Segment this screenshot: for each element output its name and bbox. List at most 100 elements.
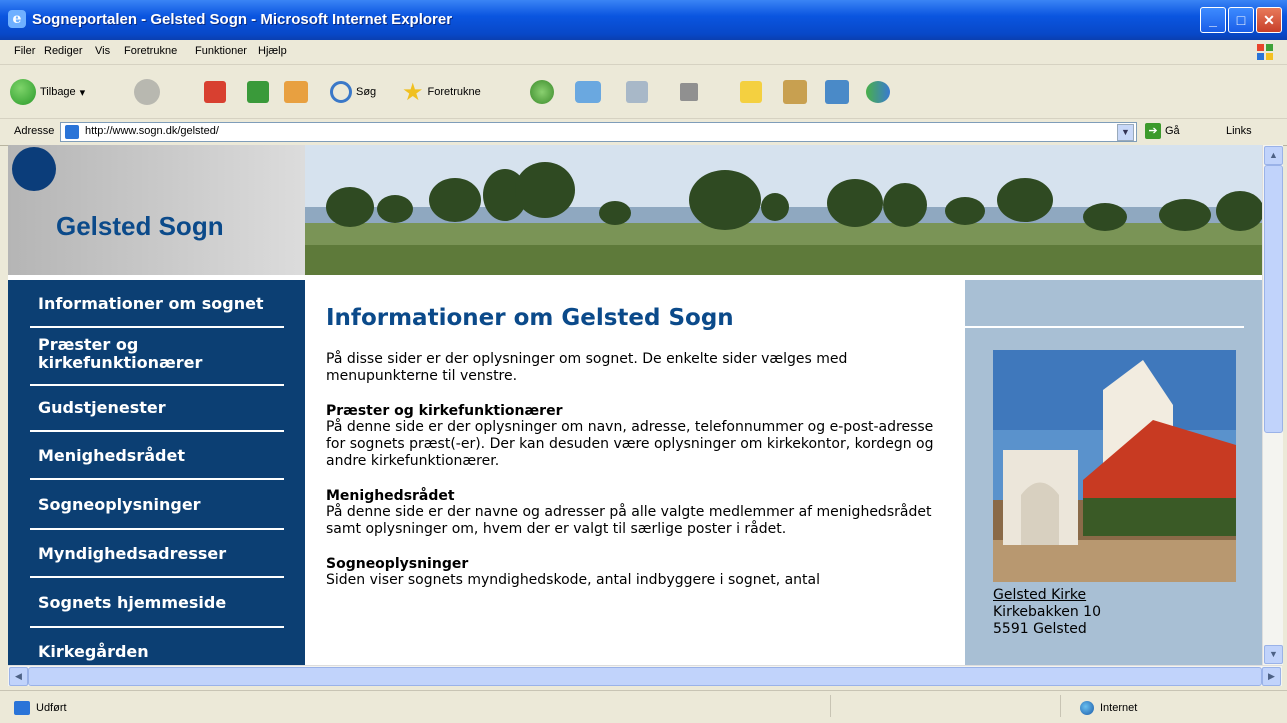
status-bar: Udført Internet — [0, 690, 1287, 723]
close-button[interactable]: ✕ — [1256, 7, 1282, 33]
contacts-icon — [866, 81, 890, 103]
status-text: Udført — [36, 702, 67, 714]
edit-icon — [680, 83, 698, 101]
research-button[interactable] — [783, 78, 807, 106]
notes-button[interactable] — [740, 78, 762, 106]
landscape-banner — [305, 145, 1262, 275]
scroll-thumb[interactable] — [28, 667, 1262, 686]
church-photo — [993, 350, 1236, 582]
status-zone: Internet — [1080, 701, 1137, 715]
address-label: Adresse — [14, 125, 55, 137]
nav-divider — [30, 326, 284, 328]
site-logo: Gelsted Sogn — [8, 145, 305, 275]
print-icon — [626, 81, 648, 103]
nav-divider — [30, 430, 284, 432]
intro-text: På disse sider er der oplysninger om sog… — [326, 351, 848, 384]
main-content: Informationer om Gelsted Sogn På disse s… — [326, 305, 946, 589]
menu-item-vis[interactable]: Vis — [95, 45, 110, 57]
messenger-button[interactable] — [825, 78, 849, 106]
page-done-icon — [14, 701, 30, 715]
church-street: Kirkebakken 10 — [993, 604, 1101, 620]
stop-button[interactable] — [204, 78, 226, 106]
menu-bar: Filer Rediger Vis Foretrukne Funktioner … — [0, 40, 1287, 65]
section-heading: Præster og kirkefunktionærer — [326, 403, 563, 419]
window-title: Sogneportalen - Gelsted Sogn - Microsoft… — [32, 11, 453, 28]
chevron-down-icon: ▾ — [79, 86, 86, 99]
section-heading: Sogneoplysninger — [326, 556, 469, 572]
scroll-right-icon[interactable]: ▶ — [1262, 667, 1281, 686]
menu-item-filer[interactable]: Filer — [14, 45, 35, 57]
history-button[interactable] — [530, 78, 554, 106]
status-divider — [1060, 695, 1061, 717]
address-url: http://www.sogn.dk/gelsted/ — [85, 125, 219, 137]
section-text: Siden viser sognets myndighedskode, anta… — [326, 572, 821, 588]
scroll-left-icon[interactable]: ◀ — [9, 667, 28, 686]
back-button[interactable]: Tilbage ▾ — [10, 78, 85, 106]
site-name: Gelsted Sogn — [56, 211, 224, 241]
logo-dot — [12, 147, 56, 191]
messenger-icon — [825, 80, 849, 104]
research-icon — [783, 80, 807, 104]
horizontal-scrollbar[interactable]: ◀ ▶ — [8, 665, 1282, 686]
site-header: Gelsted Sogn — [8, 145, 1262, 275]
church-link[interactable]: Gelsted Kirke — [993, 587, 1101, 604]
forward-button[interactable] — [134, 78, 160, 106]
menu-item-hjaelp[interactable]: Hjælp — [258, 45, 287, 57]
nav-divider — [30, 576, 284, 578]
vertical-scrollbar[interactable]: ▲ ▼ — [1262, 145, 1283, 665]
page-title: Informationer om Gelsted Sogn — [326, 305, 734, 331]
scroll-up-icon[interactable]: ▲ — [1264, 146, 1283, 165]
page-viewport: Gelsted Sogn Informationer om sognet Præ… — [8, 145, 1262, 665]
refresh-icon — [247, 81, 269, 103]
section-text: På denne side er der navne og adresser p… — [326, 504, 932, 537]
zone-text: Internet — [1100, 702, 1138, 714]
maximize-button[interactable]: □ — [1228, 7, 1254, 33]
church-city: 5591 Gelsted — [993, 621, 1087, 637]
menu-item-funktioner[interactable]: Funktioner — [195, 45, 247, 57]
mail-icon — [575, 81, 601, 103]
star-icon: ★ — [402, 78, 424, 106]
title-bar: e Sogneportalen - Gelsted Sogn - Microso… — [0, 0, 1287, 40]
status-left: Udført — [14, 701, 67, 715]
windows-flag-icon — [1257, 44, 1273, 60]
toolbar: Tilbage ▾ Søg ★ Foretrukne — [0, 66, 1287, 119]
globe-icon — [1080, 701, 1094, 715]
mail-button[interactable] — [575, 78, 601, 106]
address-dropdown-icon[interactable]: ▼ — [1117, 124, 1134, 141]
nav-divider — [30, 384, 284, 386]
search-button[interactable]: Søg — [330, 78, 376, 106]
ie-logo-icon: e — [8, 10, 26, 28]
search-icon — [330, 81, 352, 103]
address-bar: Adresse http://www.sogn.dk/gelsted/ ▼ ➔ … — [0, 119, 1287, 146]
left-navigation: Informationer om sognet Præster og kirke… — [8, 280, 305, 665]
status-divider — [830, 695, 831, 717]
favorites-button[interactable]: ★ Foretrukne — [402, 78, 481, 106]
contacts-button[interactable] — [866, 78, 890, 106]
nav-divider — [30, 626, 284, 628]
links-button[interactable]: Links — [1226, 125, 1252, 137]
scroll-thumb[interactable] — [1264, 165, 1283, 433]
page-icon — [65, 125, 79, 139]
nav-divider — [30, 528, 284, 530]
right-sidebar: Gelsted Kirke Kirkebakken 10 5591 Gelste… — [965, 280, 1262, 665]
forward-arrow-icon — [134, 79, 160, 105]
home-button[interactable] — [284, 78, 308, 106]
address-input[interactable]: http://www.sogn.dk/gelsted/ ▼ — [60, 122, 1137, 142]
section-text: På denne side er der oplysninger om navn… — [326, 419, 934, 469]
nav-divider — [30, 478, 284, 480]
sidebar-divider — [965, 326, 1244, 328]
church-caption: Gelsted Kirke Kirkebakken 10 5591 Gelste… — [993, 587, 1101, 638]
note-icon — [740, 81, 762, 103]
section-heading: Menighedsrådet — [326, 488, 455, 504]
refresh-button[interactable] — [247, 78, 269, 106]
home-icon — [284, 81, 308, 103]
edit-button[interactable] — [680, 78, 698, 106]
print-button[interactable] — [626, 78, 648, 106]
go-arrow-icon: ➔ — [1145, 123, 1161, 139]
menu-item-foretrukne[interactable]: Foretrukne — [124, 45, 177, 57]
back-arrow-icon — [10, 79, 36, 105]
minimize-button[interactable]: _ — [1200, 7, 1226, 33]
scroll-down-icon[interactable]: ▼ — [1264, 645, 1283, 664]
menu-item-rediger[interactable]: Rediger — [44, 45, 83, 57]
go-button[interactable]: ➔ Gå — [1145, 123, 1180, 139]
